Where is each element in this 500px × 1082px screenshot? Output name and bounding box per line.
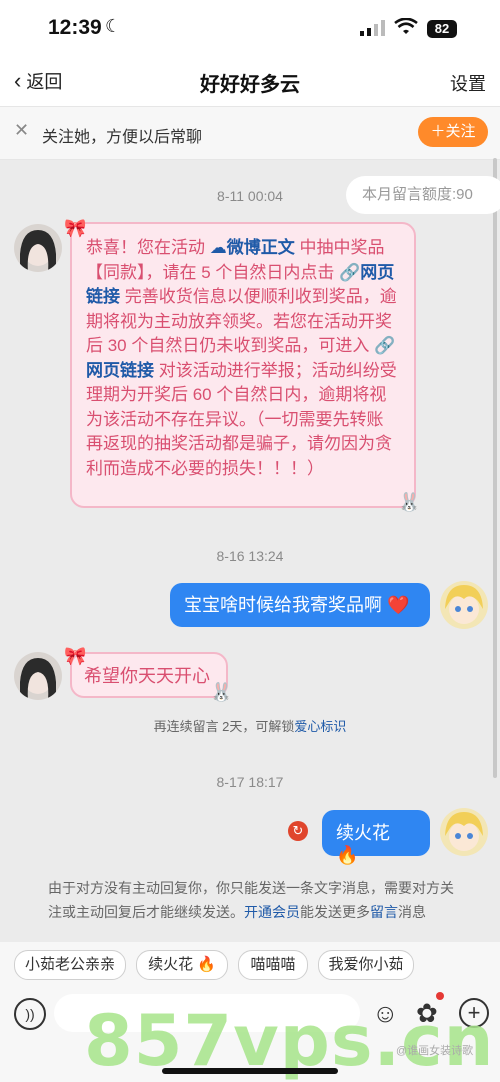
melody-decoration-icon: 🐰: [210, 682, 233, 702]
close-icon[interactable]: ✕: [14, 120, 29, 141]
message-bubble: 宝宝啥时候给我寄奖品啊 ❤️: [170, 583, 430, 627]
message-link[interactable]: 留言: [370, 904, 398, 920]
home-indicator[interactable]: [162, 1068, 338, 1074]
moon-icon: ☾: [105, 16, 122, 36]
status-time: 12:39: [48, 16, 102, 39]
bow-decoration-icon: 🎀: [64, 646, 87, 666]
retry-icon[interactable]: ↻: [288, 821, 308, 841]
message-bubble: 希望你天天开心: [70, 652, 228, 698]
avatar[interactable]: [440, 581, 488, 629]
avatar[interactable]: [14, 652, 62, 700]
message-text: 完善收货信息以便顺利收到奖品，逾期将视为主动放弃领奖。若您在活动开奖后 30 个…: [86, 287, 397, 355]
follow-button[interactable]: ＋关注: [418, 117, 488, 147]
reply-restriction-notice: 由于对方没有主动回复你，你只能发送一条文字消息，需要对方关注或主动回复后才能继续…: [48, 876, 460, 924]
message-bubble: 恭喜！您在活动 ☁微博正文 中抽中奖品【同款】，请在 5 个自然日内点击 🔗网页…: [70, 222, 416, 508]
quick-reply-chip[interactable]: 喵喵喵: [238, 950, 308, 980]
quick-reply-chip[interactable]: 我爱你小茹: [318, 950, 414, 980]
bow-decoration-icon: 🎀: [64, 218, 87, 238]
avatar[interactable]: [14, 224, 62, 272]
vip-link[interactable]: 开通会员: [244, 904, 300, 920]
scrollbar[interactable]: [493, 158, 497, 778]
settings-button[interactable]: 设置: [450, 70, 486, 96]
melody-decoration-icon: 🐰: [398, 492, 421, 512]
battery-indicator: 82: [427, 20, 457, 38]
notice-text: 能发送更多: [300, 904, 370, 920]
voice-icon[interactable]: )): [14, 998, 46, 1030]
link-icon: 🔗: [374, 336, 396, 355]
message-bubble: 续火花 🔥: [322, 810, 430, 865]
page-title: 好好好多云: [200, 74, 300, 96]
notification-dot: [436, 992, 444, 1000]
quick-reply-chip[interactable]: 小茹老公亲亲: [14, 950, 126, 980]
hint-text: 再连续留言 2天，可解锁: [153, 719, 295, 734]
message-text: 恭喜！您在活动: [86, 238, 205, 257]
follow-prompt: 关注她，方便以后常聊: [42, 129, 203, 146]
avatar[interactable]: [440, 808, 488, 856]
link-icon: 🔗: [339, 262, 361, 282]
streak-hint: 再连续留言 2天，可解锁爱心标识: [0, 716, 500, 735]
timestamp: 8-17 18:17: [216, 774, 284, 790]
message-quota: 本月留言额度:90: [346, 176, 500, 214]
weibo-post-link[interactable]: 微博正文: [227, 238, 295, 257]
notice-text: 消息: [398, 904, 426, 920]
cloud-icon: ☁: [209, 238, 227, 257]
quick-reply-chip[interactable]: 续火花 🔥: [136, 950, 228, 980]
heart-badge-link[interactable]: 爱心标识: [294, 719, 346, 734]
wifi-icon: [394, 18, 418, 34]
watermark-credit: @谁画女装诗歌: [396, 1045, 474, 1057]
signal-icon: [360, 20, 385, 36]
web-link[interactable]: 网页链接: [86, 361, 154, 380]
timestamp: 8-16 13:24: [216, 548, 284, 564]
